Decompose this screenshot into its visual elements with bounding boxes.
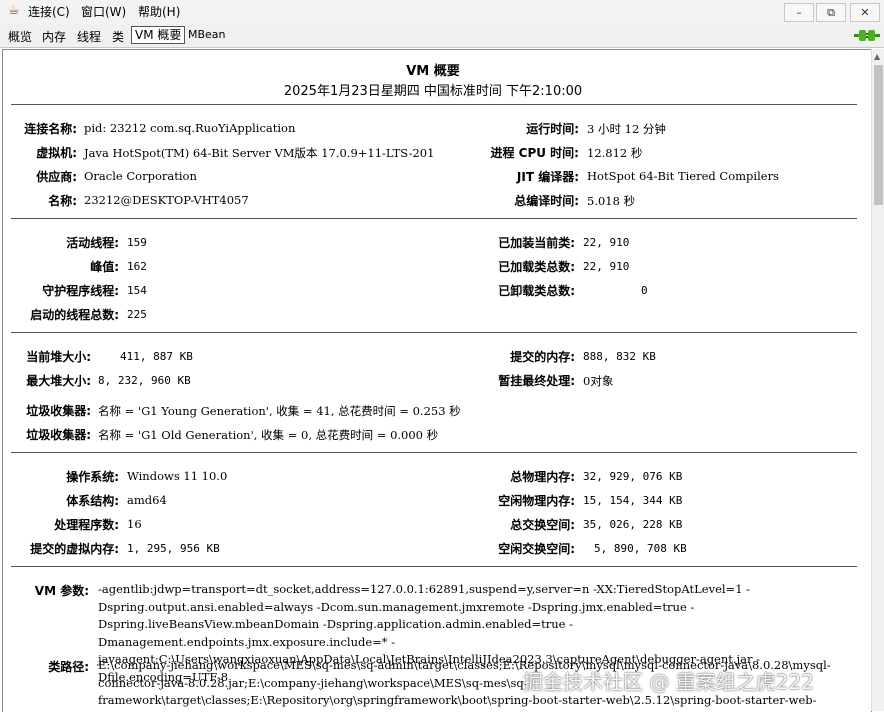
jit-value: HotSpot 64-Bit Tiered Compilers [587, 169, 779, 183]
summary-datetime: 2025年1月23日星期四 中国标准时间 下午2:10:00 [283, 84, 583, 99]
scrollbar-thumb[interactable] [874, 65, 883, 205]
live-threads-value: 159 [127, 236, 147, 249]
divider [11, 218, 857, 219]
pending-finalization-label: 暂挂最终处理: [498, 374, 575, 388]
divider [11, 332, 857, 333]
total-loaded-classes-value: 22, 910 [583, 260, 630, 273]
committed-memory-value: 888, 832 KB [583, 350, 656, 363]
menu-bar: ☕ 连接(C) 窗口(W) 帮助(H) – ⧉ ✕ [0, 0, 884, 24]
unloaded-classes-label: 已卸载类总数: [498, 284, 575, 298]
tab-memory[interactable]: 内存 [42, 28, 66, 45]
connection-name-value: pid: 23212 com.sq.RuoYiApplication [84, 121, 296, 135]
total-threads-label: 启动的线程总数: [30, 308, 119, 322]
name-label: 名称: [48, 194, 77, 208]
gc-young-label: 垃圾收集器: [26, 404, 91, 418]
vm-label: 虚拟机: [36, 146, 77, 160]
loaded-classes-value: 22, 910 [583, 236, 630, 249]
menu-connection[interactable]: 连接(C) [28, 3, 70, 20]
gc-old-label: 垃圾收集器: [26, 428, 91, 442]
tab-overview[interactable]: 概览 [8, 28, 32, 45]
app-java-icon: ☕ [8, 3, 20, 18]
scroll-up-icon[interactable]: ▲ [874, 52, 880, 61]
tab-mbean[interactable]: MBean [188, 28, 226, 41]
daemon-threads-label: 守护程序线程: [42, 284, 119, 298]
committed-virtual-memory-label: 提交的虚拟内存: [30, 542, 119, 556]
menu-help[interactable]: 帮助(H) [138, 3, 180, 20]
divider [11, 566, 857, 567]
total-threads-value: 225 [127, 308, 147, 321]
pending-finalization-value: 0对象 [583, 374, 614, 388]
arch-value: amd64 [127, 493, 167, 507]
loaded-classes-label: 已加装当前类: [498, 236, 575, 250]
total-loaded-classes-label: 已加载类总数: [498, 260, 575, 274]
name-value: 23212@DESKTOP-VHT4057 [84, 193, 249, 207]
classpath-label: 类路径: [48, 660, 89, 674]
daemon-threads-value: 154 [127, 284, 147, 297]
summary-title: VM 概要 [406, 64, 460, 79]
tab-threads[interactable]: 线程 [77, 28, 101, 45]
tab-classes[interactable]: 类 [112, 28, 124, 45]
max-heap-value: 8, 232, 960 KB [98, 374, 191, 387]
peak-value: 162 [127, 260, 147, 273]
current-heap-label: 当前堆大小: [26, 350, 91, 364]
processors-label: 处理程序数: [54, 518, 119, 532]
vendor-value: Oracle Corporation [84, 169, 197, 183]
total-physical-memory-label: 总物理内存: [510, 470, 575, 484]
vm-summary-panel: VM 概要 2025年1月23日星期四 中国标准时间 下午2:10:00 连接名… [2, 49, 872, 712]
free-physical-memory-label: 空闲物理内存: [498, 494, 575, 508]
connection-plug-icon [854, 30, 880, 41]
uptime-value: 3 小时 12 分钟 [587, 122, 666, 136]
process-cpu-label: 进程 CPU 时间: [490, 146, 579, 160]
os-label: 操作系统: [66, 470, 119, 484]
total-swap-value: 35, 026, 228 KB [583, 518, 683, 531]
divider [11, 452, 857, 453]
free-swap-value: 5, 890, 708 KB [594, 542, 687, 555]
live-threads-label: 活动线程: [66, 236, 119, 250]
arch-label: 体系结构: [66, 494, 119, 508]
os-value: Windows 11 10.0 [127, 469, 228, 483]
vm-value: Java HotSpot(TM) 64-Bit Server VM版本 17.0… [84, 146, 435, 160]
tab-bar: 概览 内存 线程 类 VM 概要 MBean [0, 24, 884, 48]
unloaded-classes-value: 0 [641, 284, 648, 297]
max-heap-label: 最大堆大小: [26, 374, 91, 388]
gc-old-value: 名称 = 'G1 Old Generation', 收集 = 0, 总花费时间 … [98, 428, 439, 442]
process-cpu-value: 12.812 秒 [587, 146, 643, 160]
compile-time-label: 总编译时间: [514, 194, 579, 208]
menu-window[interactable]: 窗口(W) [81, 3, 126, 20]
vendor-label: 供应商: [36, 170, 77, 184]
close-icon[interactable]: ✕ [850, 3, 880, 22]
restore-icon[interactable]: ⧉ [816, 3, 846, 22]
free-swap-label: 空闲交换空间: [498, 542, 575, 556]
vertical-scrollbar[interactable]: ▲ [871, 49, 884, 711]
total-physical-memory-value: 32, 929, 076 KB [583, 470, 683, 483]
jit-label: JIT 编译器: [516, 170, 579, 184]
gc-young-value: 名称 = 'G1 Young Generation', 收集 = 41, 总花费… [98, 404, 461, 418]
uptime-label: 运行时间: [526, 122, 579, 136]
peak-label: 峰值: [90, 260, 119, 274]
compile-time-value: 5.018 秒 [587, 194, 636, 208]
minimize-icon[interactable]: – [784, 3, 814, 22]
committed-virtual-memory-value: 1, 295, 956 KB [127, 542, 220, 555]
tab-vm-summary[interactable]: VM 概要 [131, 26, 186, 44]
free-physical-memory-value: 15, 154, 344 KB [583, 494, 683, 507]
vm-args-label: VM 参数: [34, 584, 89, 598]
total-swap-label: 总交换空间: [510, 518, 575, 532]
committed-memory-label: 提交的内存: [510, 350, 575, 364]
processors-value: 16 [127, 517, 142, 531]
watermark: 掘金技术社区 @ 重案组之虎222 [523, 670, 814, 694]
current-heap-value: 411, 887 KB [120, 350, 193, 363]
connection-name-label: 连接名称: [24, 122, 77, 136]
divider [11, 104, 857, 105]
